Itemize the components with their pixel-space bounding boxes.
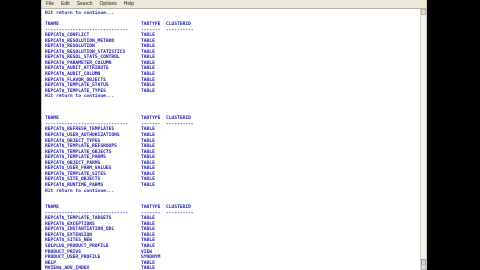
prompt-text: Hit return to continue...	[45, 11, 115, 16]
prompt-text: Hit return to continue...	[45, 94, 115, 100]
separator-clusterid: ----------	[166, 210, 194, 216]
scroll-up-arrow-icon[interactable]	[421, 9, 426, 15]
menu-options[interactable]: Options	[99, 0, 118, 8]
desktop-background: File Edit Search Options Help Hit return to …	[0, 0, 480, 270]
menu-file[interactable]: File	[45, 0, 55, 8]
menu-search[interactable]: Search	[76, 0, 94, 8]
vertical-scrollbar[interactable]	[420, 9, 426, 270]
menu-edit[interactable]: Edit	[60, 0, 71, 8]
row-tabtype: TABLE	[141, 182, 155, 188]
row-tname: MVIEW$_ADV_INDEX	[45, 266, 90, 270]
menu-bar: File Edit Search Options Help	[42, 0, 426, 9]
table-row: MVIEW$_ADV_INDEX TABLE	[45, 266, 417, 270]
separator-clusterid: ----------	[166, 27, 194, 33]
prompt-text: Hit return to continue...	[45, 188, 115, 194]
separator-clusterid: ----------	[166, 121, 194, 127]
sqlplus-window: File Edit Search Options Help Hit return to …	[41, 0, 427, 270]
row-tabtype: TABLE	[141, 88, 155, 94]
console-output[interactable]: Hit return to continue... TNAME TABTYPE CLU…	[45, 11, 417, 270]
menu-help[interactable]: Help	[123, 0, 135, 8]
row-tabtype: TABLE	[141, 266, 155, 270]
scroll-down-arrow-icon[interactable]	[421, 264, 426, 270]
